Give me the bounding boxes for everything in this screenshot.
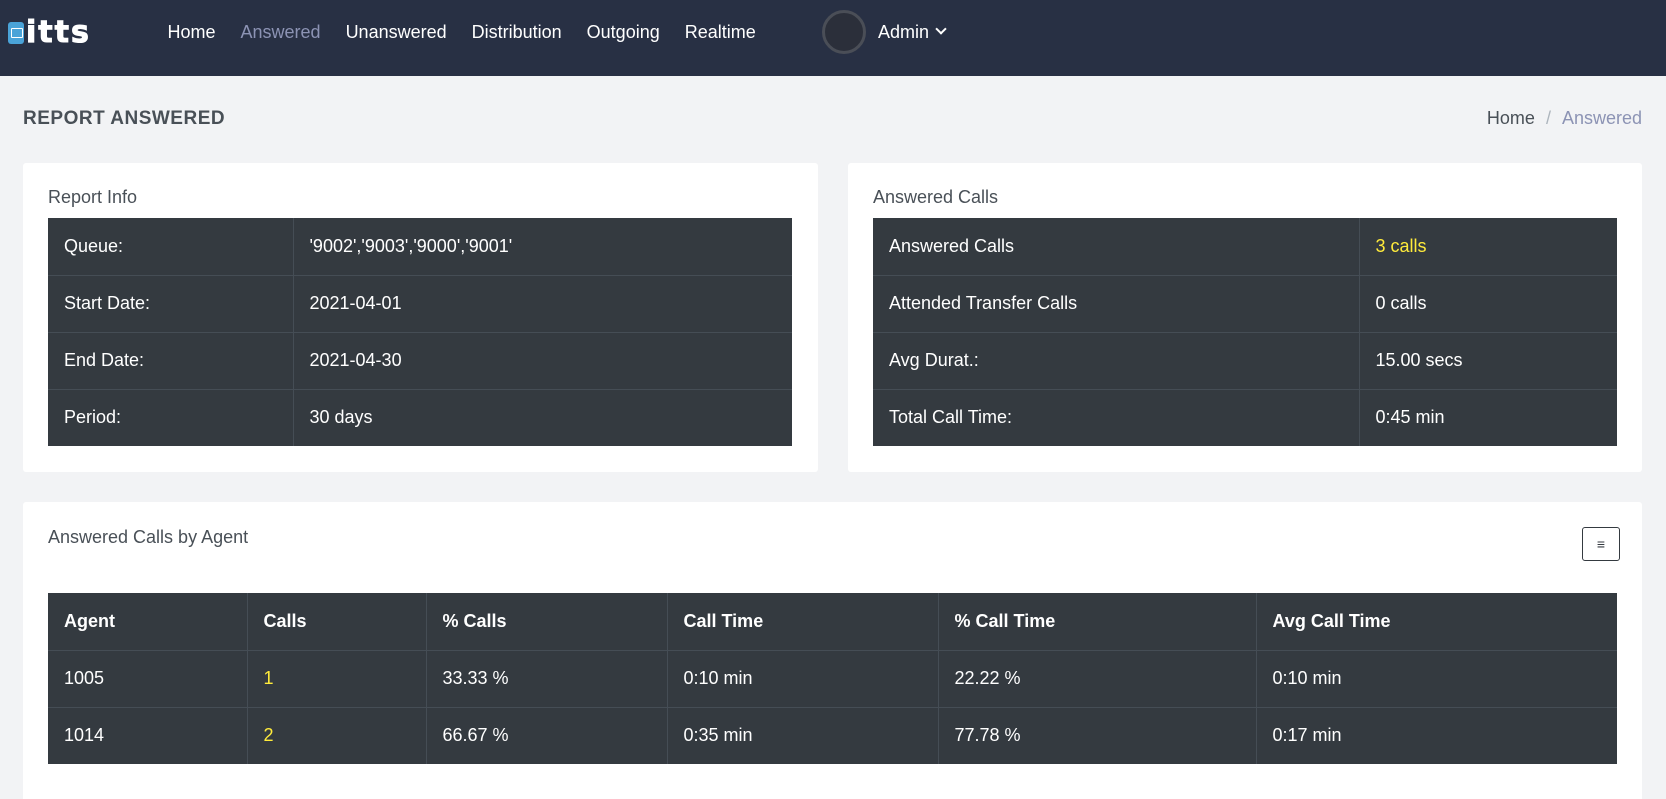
answered-calls-label: Answered Calls: [873, 218, 1360, 276]
chevron-down-icon[interactable]: [935, 23, 947, 35]
brand-name: itts: [26, 15, 91, 50]
table-header-row: Agent Calls % Calls Call Time % Call Tim…: [48, 593, 1617, 651]
breadcrumb: Home / Answered: [1487, 108, 1642, 129]
agent-cell: 1005: [48, 650, 248, 708]
end-date-value: 2021-04-30: [293, 332, 792, 390]
nav-realtime[interactable]: Realtime: [672, 22, 768, 43]
agent-calls-table: Agent Calls % Calls Call Time % Call Tim…: [48, 593, 1617, 764]
avatar[interactable]: [822, 10, 866, 54]
agent-calls-title: Answered Calls by Agent: [48, 527, 249, 547]
transfer-calls-label: Attended Transfer Calls: [873, 275, 1360, 333]
avg-call-time-cell: 0:10 min: [1256, 650, 1617, 708]
answered-calls-table: Answered Calls 3 calls Attended Transfer…: [873, 218, 1617, 446]
agent-calls-card: Answered Calls by Agent ≡ Agent Calls % …: [23, 502, 1642, 799]
start-date-label: Start Date:: [48, 275, 294, 333]
table-row: Answered Calls 3 calls: [873, 218, 1617, 276]
table-row: Start Date: 2021-04-01: [48, 275, 792, 333]
nav-home[interactable]: Home: [155, 22, 228, 43]
answered-calls-title: Answered Calls: [873, 187, 999, 207]
table-row: End Date: 2021-04-30: [48, 332, 792, 390]
table-row: Total Call Time: 0:45 min: [873, 389, 1617, 446]
nav-outgoing[interactable]: Outgoing: [574, 22, 672, 43]
col-avg-call-time[interactable]: Avg Call Time: [1256, 593, 1617, 651]
col-pct-call-time[interactable]: % Call Time: [938, 593, 1257, 651]
call-time-cell: 0:35 min: [667, 707, 939, 764]
menu-icon: ≡: [1596, 536, 1606, 552]
calls-cell[interactable]: 2: [247, 707, 427, 764]
user-menu[interactable]: Admin: [822, 9, 947, 55]
brand-logo[interactable]: itts: [8, 15, 91, 50]
report-info-table: Queue: '9002','9003','9000','9001' Start…: [48, 218, 792, 446]
breadcrumb-separator: /: [1545, 108, 1551, 128]
nav-distribution[interactable]: Distribution: [459, 22, 574, 43]
report-info-card: Report Info Queue: '9002','9003','9000',…: [23, 163, 818, 472]
col-call-time[interactable]: Call Time: [667, 593, 939, 651]
pct-call-time-cell: 77.78 %: [938, 707, 1257, 764]
total-call-time-value: 0:45 min: [1375, 407, 1445, 428]
pct-calls-cell: 66.67 %: [426, 707, 668, 764]
agent-cell: 1014: [48, 707, 248, 764]
end-date-label: End Date:: [48, 332, 294, 390]
table-row: 1005 1 33.33 % 0:10 min 22.22 % 0:10 min: [48, 650, 1617, 708]
pct-calls-cell: 33.33 %: [426, 650, 668, 708]
export-menu-button[interactable]: ≡: [1582, 527, 1620, 561]
table-row: Attended Transfer Calls 0 calls: [873, 275, 1617, 333]
period-label: Period:: [48, 389, 294, 446]
transfer-calls-value: 0 calls: [1359, 275, 1617, 333]
main-nav: Home Answered Unanswered Distribution Ou…: [155, 0, 768, 64]
queue-value: '9002','9003','9000','9001': [293, 218, 792, 276]
breadcrumb-current: Answered: [1561, 108, 1642, 128]
page-title: REPORT ANSWERED: [23, 108, 226, 129]
top-navbar: itts Home Answered Unanswered Distributi…: [0, 0, 1666, 76]
calls-cell[interactable]: 1: [247, 650, 427, 708]
total-call-time-label: Total Call Time:: [873, 389, 1360, 446]
col-agent[interactable]: Agent: [48, 593, 248, 651]
answered-calls-card: Answered Calls Answered Calls 3 calls At…: [848, 163, 1642, 472]
table-row: Avg Durat.: 15.00 secs: [873, 332, 1617, 390]
nav-answered[interactable]: Answered: [228, 22, 333, 43]
table-row: 1014 2 66.67 % 0:35 min 77.78 % 0:17 min: [48, 707, 1617, 764]
call-time-cell: 0:10 min: [667, 650, 939, 708]
report-info-title: Report Info: [48, 187, 138, 207]
table-row: Queue: '9002','9003','9000','9001': [48, 218, 792, 276]
nav-unanswered[interactable]: Unanswered: [333, 22, 459, 43]
pct-call-time-cell: 22.22 %: [938, 650, 1257, 708]
col-pct-calls[interactable]: % Calls: [426, 593, 668, 651]
user-name[interactable]: Admin: [878, 22, 929, 43]
avg-duration-label: Avg Durat.:: [873, 332, 1360, 390]
col-calls[interactable]: Calls: [247, 593, 427, 651]
avg-duration-value: 15.00 secs: [1359, 332, 1617, 390]
queue-label: Queue:: [48, 218, 294, 276]
answered-calls-value: 3 calls: [1359, 218, 1617, 276]
logo-icon: [8, 22, 24, 44]
avg-call-time-cell: 0:17 min: [1272, 725, 1342, 746]
breadcrumb-home[interactable]: Home: [1487, 108, 1535, 129]
table-row: Period: 30 days: [48, 389, 792, 446]
start-date-value: 2021-04-01: [293, 275, 792, 333]
period-value: 30 days: [309, 407, 373, 428]
